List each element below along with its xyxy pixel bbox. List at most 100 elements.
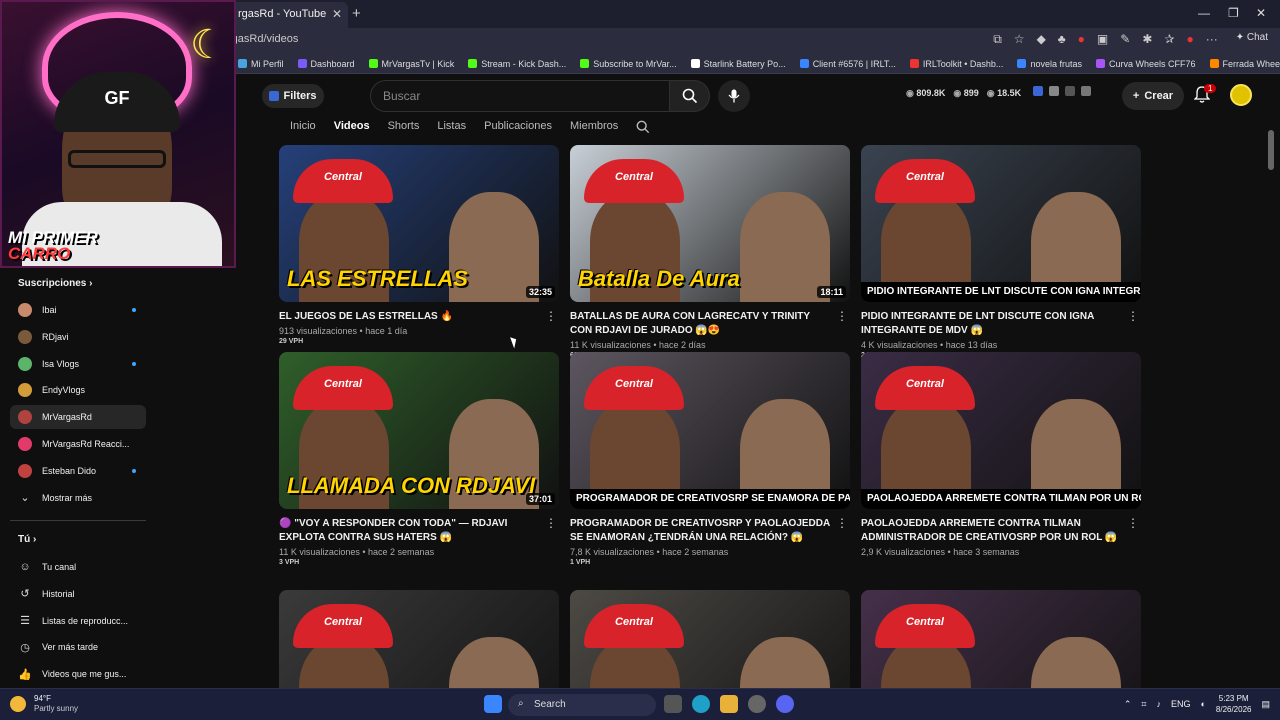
- show-more-button[interactable]: ⌄ Mostrar más: [10, 486, 146, 510]
- video-title[interactable]: PAOLAOJEDDA ARREMETE CONTRA TILMAN ADMIN…: [861, 517, 1123, 545]
- you-header[interactable]: Tú ›: [18, 534, 36, 545]
- windows-start-icon[interactable]: [484, 695, 502, 713]
- bookmark-item[interactable]: MrVargasTv | Kick: [368, 59, 454, 69]
- tab-shorts[interactable]: Shorts: [388, 120, 420, 132]
- account-avatar[interactable]: [1230, 84, 1252, 106]
- bookmark-star-icon[interactable]: ☆: [1014, 32, 1025, 47]
- new-tab-icon[interactable]: +: [352, 5, 361, 22]
- notifications-icon[interactable]: ▤: [1261, 699, 1270, 710]
- tab-publicaciones[interactable]: Publicaciones: [484, 120, 552, 132]
- sidebar-item-you[interactable]: ◷ Ver más tarde: [10, 635, 146, 659]
- sidebar-item-you[interactable]: ☺ Tu canal: [10, 555, 146, 579]
- taskbar-search[interactable]: ⌕ Search: [508, 694, 656, 716]
- sidebar-item-you[interactable]: 👍 Videos que me gus...: [10, 662, 146, 686]
- sidebar-item-subscription[interactable]: MrVargasRd: [10, 405, 146, 430]
- sidebar-item-subscription[interactable]: MrVargasRd Reacci...: [10, 432, 146, 456]
- bookmark-item[interactable]: Client #6576 | IRLT...: [799, 59, 896, 69]
- video-card[interactable]: Central Batalla De Aura 18:11 BATALLAS DE A…: [570, 145, 850, 359]
- video-title[interactable]: EL JUEGOS DE LAS ESTRELLAS 🔥: [279, 310, 541, 324]
- bookmark-item[interactable]: Curva Wheels CFF76: [1095, 59, 1196, 69]
- discord-icon[interactable]: [776, 695, 794, 713]
- filters-button[interactable]: Filters: [262, 84, 324, 108]
- video-thumbnail[interactable]: Central PAOLAOJEDDA ARREMETE CONTRA TILMA…: [861, 352, 1141, 509]
- open-in-app-icon[interactable]: ⧉: [993, 32, 1002, 47]
- search-button[interactable]: [670, 80, 710, 112]
- bookmark-item[interactable]: Mi Perfil: [238, 59, 284, 69]
- volume-icon[interactable]: ◐: [1200, 699, 1205, 709]
- more-actions-icon[interactable]: ⋮: [1127, 516, 1139, 530]
- bookmark-item[interactable]: Ferrada Wheels FR9: [1209, 59, 1280, 69]
- tab-videos[interactable]: Videos: [334, 120, 370, 132]
- bookmark-item[interactable]: Stream - Kick Dash...: [468, 59, 566, 69]
- sidebar-item-subscription[interactable]: Isa Vlogs: [10, 352, 146, 376]
- more-actions-icon[interactable]: ⋮: [545, 309, 557, 323]
- video-title[interactable]: 🟣 "VOY A RESPONDER CON TODA" — RDJAVI EX…: [279, 517, 541, 545]
- tab-listas[interactable]: Listas: [437, 120, 466, 132]
- video-thumbnail[interactable]: Central Batalla De Aura 18:11: [570, 145, 850, 302]
- bookmark-item[interactable]: Starlink Battery Po...: [690, 59, 786, 69]
- sidebar-item-you[interactable]: ☰ Listas de reproducc...: [10, 609, 146, 633]
- extension-icon[interactable]: [1081, 86, 1091, 96]
- video-thumbnail[interactable]: Central LLAMADA CON RDJAVI 37:01: [279, 352, 559, 509]
- video-title[interactable]: BATALLAS DE AURA CON LAGRECATV Y TRINITY…: [570, 310, 832, 338]
- channel-search-icon[interactable]: [636, 120, 650, 139]
- minimize-icon[interactable]: —: [1198, 6, 1210, 20]
- more-actions-icon[interactable]: ⋮: [836, 516, 848, 530]
- copilot-chat-button[interactable]: ✦ Chat: [1230, 32, 1268, 47]
- video-card[interactable]: Central LAS ESTRELLAS 32:35 EL JUEGOS DE LA…: [279, 145, 559, 345]
- video-thumbnail[interactable]: Central LAS ESTRELLAS 32:35: [279, 145, 559, 302]
- close-tab-icon[interactable]: ✕: [332, 7, 342, 21]
- weather-widget[interactable]: 94°F Partly sunny: [10, 694, 78, 714]
- browser-tab-youtube[interactable]: rgasRd - YouTube ✕: [228, 2, 348, 28]
- voice-search-button[interactable]: [718, 80, 750, 112]
- address-bar-url[interactable]: rgasRd/videos: [228, 33, 298, 45]
- bookmark-item[interactable]: novela frutas: [1017, 59, 1082, 69]
- tab-inicio[interactable]: Inicio: [290, 120, 316, 132]
- more-actions-icon[interactable]: ⋮: [545, 516, 557, 530]
- profile-avatar-icon[interactable]: ●: [1186, 32, 1193, 47]
- mic-tray-icon[interactable]: ♪: [1156, 699, 1161, 709]
- extension-icon[interactable]: ▣: [1097, 32, 1108, 47]
- extension-icon[interactable]: [1033, 86, 1043, 96]
- page-scrollbar[interactable]: [1268, 130, 1274, 170]
- edge-browser-icon[interactable]: [692, 695, 710, 713]
- search-input[interactable]: Buscar: [370, 80, 670, 112]
- extension-icon[interactable]: ♣: [1058, 32, 1066, 47]
- pen-icon[interactable]: ✎: [1120, 32, 1130, 47]
- video-card[interactable]: Central PAOLAOJEDDA ARREMETE CONTRA TILMA…: [861, 352, 1141, 557]
- sidebar-item-subscription[interactable]: EndyVlogs: [10, 378, 146, 402]
- video-card[interactable]: Central LLAMADA CON RDJAVI 37:01 🟣 "VOY A R…: [279, 352, 559, 566]
- more-menu-icon[interactable]: ···: [1206, 32, 1218, 47]
- bookmark-item[interactable]: IRLToolkit • Dashb...: [909, 59, 1003, 69]
- clock[interactable]: 5:23 PM 8/26/2026: [1216, 693, 1252, 715]
- bookmark-item[interactable]: Dashboard: [297, 59, 355, 69]
- video-card[interactable]: Central PROGRAMADOR DE CREATIVOSRP SE ENA…: [570, 352, 850, 566]
- maximize-icon[interactable]: ❐: [1228, 6, 1239, 20]
- bookmark-item[interactable]: Subscribe to MrVar...: [580, 59, 677, 69]
- favorites-icon[interactable]: ✰: [1164, 32, 1174, 47]
- extension-red-icon[interactable]: ●: [1078, 32, 1085, 47]
- task-view-icon[interactable]: [664, 695, 682, 713]
- tab-miembros[interactable]: Miembros: [570, 120, 618, 132]
- create-button[interactable]: + Crear: [1122, 82, 1184, 110]
- extension-icon[interactable]: [1065, 86, 1075, 96]
- video-thumbnail[interactable]: Central PROGRAMADOR DE CREATIVOSRP SE ENA…: [570, 352, 850, 509]
- extensions-puzzle-icon[interactable]: ✱: [1142, 32, 1152, 47]
- video-title[interactable]: PROGRAMADOR DE CREATIVOSRP Y PAOLAOJEDDA…: [570, 517, 832, 545]
- video-thumbnail[interactable]: Central PIDIO INTEGRANTE DE LNT DISCUTE C…: [861, 145, 1141, 302]
- sidebar-item-subscription[interactable]: Esteban Dido: [10, 459, 146, 483]
- more-actions-icon[interactable]: ⋮: [836, 309, 848, 323]
- extension-icon[interactable]: ◆: [1037, 32, 1046, 47]
- more-actions-icon[interactable]: ⋮: [1127, 309, 1139, 323]
- sidebar-item-you[interactable]: ↺ Historial: [10, 582, 146, 606]
- video-card[interactable]: Central PIDIO INTEGRANTE DE LNT DISCUTE C…: [861, 145, 1141, 359]
- close-window-icon[interactable]: ✕: [1256, 6, 1266, 20]
- file-explorer-icon[interactable]: [720, 695, 738, 713]
- sidebar-item-subscription[interactable]: RDjavi: [10, 325, 146, 349]
- video-title[interactable]: PIDIO INTEGRANTE DE LNT DISCUTE CON IGNA…: [861, 310, 1123, 338]
- sidebar-item-subscription[interactable]: Ibai: [10, 298, 146, 322]
- app-icon[interactable]: [748, 695, 766, 713]
- subscriptions-header[interactable]: Suscripciones ›: [18, 278, 92, 289]
- extension-icon[interactable]: [1049, 86, 1059, 96]
- language-indicator[interactable]: ENG: [1171, 699, 1191, 709]
